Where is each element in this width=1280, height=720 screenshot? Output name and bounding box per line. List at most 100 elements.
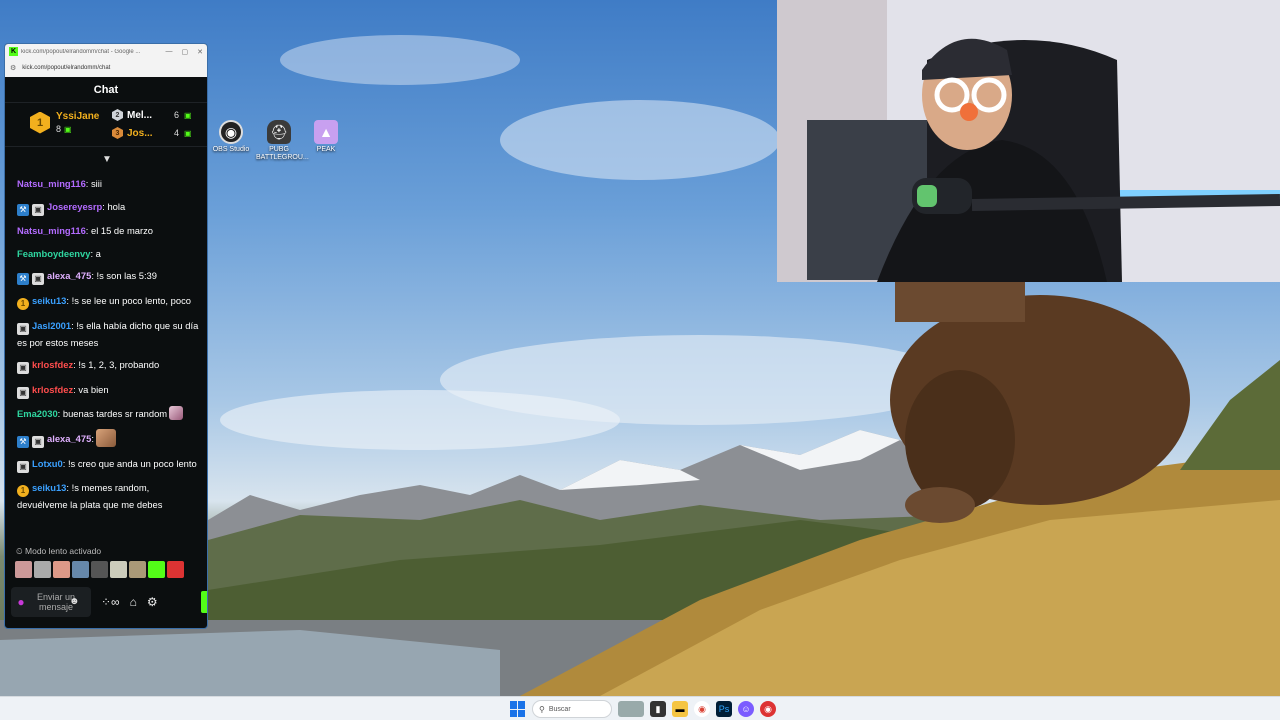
leaderboard-second[interactable]: 2 Mel... 6 ▣: [112, 109, 192, 121]
desktop-icon-obs[interactable]: ◉ OBS Studio: [208, 120, 254, 154]
emote-icon[interactable]: [72, 561, 89, 578]
chat-username[interactable]: alexa_475: [47, 433, 91, 444]
chat-message[interactable]: ⚒ ▣ alexa_475:: [17, 428, 201, 448]
chat-username[interactable]: seiku13: [32, 482, 66, 493]
chat-username[interactable]: Jasl2001: [32, 320, 71, 331]
leaderboard-third-count: 4: [173, 128, 179, 138]
chat-message[interactable]: ▣ Jasl2001: !s ella había dicho que su dí…: [17, 318, 201, 350]
emoji-picker-icon[interactable]: ☻: [69, 596, 80, 607]
site-info-icon[interactable]: ⚙: [10, 64, 16, 72]
chat-message-text: : buenas tardes sr random: [57, 408, 168, 420]
file-explorer-icon[interactable]: ▬: [672, 701, 688, 717]
emote-icon[interactable]: [34, 561, 51, 578]
emote-icon[interactable]: [53, 561, 70, 578]
microphone-icon[interactable]: ●: [16, 595, 26, 609]
verified-badge-icon[interactable]: ▣: [17, 386, 29, 399]
gold-medal-icon: 1: [30, 111, 50, 134]
store-icon[interactable]: ⌂: [130, 595, 137, 609]
leaderboard-first[interactable]: 1 YssiJane 8 ▣: [30, 111, 99, 134]
rewards-icon[interactable]: ⁘∞: [101, 595, 120, 609]
gift-leaderboard[interactable]: 1 YssiJane 8 ▣ 2 Mel... 6 ▣ 3 Jos... 4 ▣: [5, 103, 207, 147]
chat-username[interactable]: Ema2030: [17, 408, 58, 419]
chat-message-text: : !s se lee un poco lento, poco: [66, 294, 191, 306]
chat-message[interactable]: ▣ Lotxu0: !s creo que anda un poco lento: [17, 456, 201, 473]
verified-badge-icon[interactable]: ▣: [17, 362, 29, 375]
send-button[interactable]: [201, 591, 207, 613]
maximize-icon[interactable]: ▢: [182, 48, 189, 56]
photoshop-icon[interactable]: Ps: [716, 701, 732, 717]
windows-start-icon[interactable]: [510, 701, 526, 717]
taskbar-search-input[interactable]: ⚲ Buscar: [532, 700, 612, 718]
verified-badge-icon[interactable]: ▣: [32, 203, 44, 216]
chat-username[interactable]: Natsu_ming116: [17, 178, 86, 189]
chat-message[interactable]: ⚒ ▣ Josereyesrp: hola: [17, 199, 201, 216]
close-icon[interactable]: ✕: [197, 48, 203, 56]
chat-message[interactable]: ▣ krlosfdez: va bien: [17, 382, 201, 399]
chat-username[interactable]: krlosfdez: [32, 359, 73, 370]
chat-message[interactable]: 1 seiku13: !s se lee un poco lento, poco: [17, 293, 201, 310]
gifter-badge-icon[interactable]: 1: [17, 297, 29, 310]
chat-message[interactable]: Natsu_ming116: el 15 de marzo: [17, 223, 201, 238]
chat-message[interactable]: Natsu_ming116: siii: [17, 176, 201, 191]
chat-message-text: : el 15 de marzo: [85, 225, 154, 237]
obs-taskbar-icon[interactable]: ◉: [760, 701, 776, 717]
subscriber-badge-icon[interactable]: ⚒: [17, 273, 29, 286]
chat-username[interactable]: seiku13: [32, 295, 66, 306]
gifter-badge-icon[interactable]: 1: [17, 485, 29, 498]
chat-message-list[interactable]: Natsu_ming116: siii ⚒ ▣ Josereyesrp: hola Na…: [5, 172, 207, 542]
minimize-icon[interactable]: —: [166, 48, 173, 56]
chat-message[interactable]: 1 seiku13: !s memes random, devuélveme la…: [17, 480, 201, 512]
webcam-overlay: [777, 0, 1280, 282]
chrome-icon[interactable]: ◉: [694, 701, 710, 717]
chat-title: Chat: [5, 77, 207, 103]
address-bar[interactable]: kick.com/popout/elrandomm/chat: [22, 65, 110, 71]
desktop-icon-pubg[interactable]: ⛑ PUBG BATTLEGROU...: [256, 120, 309, 162]
emote-icon[interactable]: [129, 561, 146, 578]
chat-message-text: : va bien: [73, 383, 109, 395]
chat-username[interactable]: Lotxu0: [32, 458, 63, 469]
chat-popout-window: K kick.com/popout/elrandomm/chat - Googl…: [4, 43, 208, 629]
chat-message-text: : hola: [102, 200, 126, 212]
leaderboard-second-count: 6: [173, 110, 179, 120]
gift-icon: ▣: [184, 128, 192, 138]
chat-message[interactable]: ▣ krlosfdez: !s 1, 2, 3, probando: [17, 357, 201, 375]
chat-input-bar: ● Enviar un mensaje ☻ ⁘∞ ⌂ ⚙: [11, 586, 207, 618]
emote-icon[interactable]: [15, 561, 32, 578]
chat-username[interactable]: alexa_475: [47, 270, 91, 281]
chat-message-text: : a: [90, 247, 101, 259]
browser-titlebar: K kick.com/popout/elrandomm/chat - Googl…: [5, 44, 207, 77]
browser-window-title: kick.com/popout/elrandomm/chat - Google …: [21, 48, 141, 55]
emote-image: [169, 406, 184, 421]
verified-badge-icon[interactable]: ▣: [32, 435, 44, 448]
subscriber-badge-icon[interactable]: ⚒: [17, 435, 29, 448]
task-view-icon[interactable]: ▮: [650, 701, 666, 717]
verified-badge-icon[interactable]: ▣: [32, 273, 44, 286]
windows-taskbar: ⚲ Buscar ▮ ▬ ◉ Ps ☺ ◉: [0, 696, 1280, 720]
verified-badge-icon[interactable]: ▣: [17, 460, 29, 473]
chat-username[interactable]: Josereyesrp: [47, 201, 102, 212]
chat-message[interactable]: Ema2030: buenas tardes sr random: [17, 406, 201, 421]
slow-mode-label: Modo lento activado: [25, 546, 102, 556]
chat-message-input[interactable]: ● Enviar un mensaje ☻: [11, 587, 91, 617]
subscriber-badge-icon[interactable]: ⚒: [17, 203, 29, 216]
emote-icon[interactable]: [91, 561, 108, 578]
gift-icon: ▣: [64, 125, 72, 134]
peak-icon: ▲: [314, 120, 338, 144]
chat-username[interactable]: Feamboydeenvy: [17, 248, 90, 259]
collapse-leaderboard-icon[interactable]: ▼: [102, 154, 112, 165]
chat-username[interactable]: krlosfdez: [32, 384, 73, 395]
verified-badge-icon[interactable]: ▣: [17, 322, 29, 335]
desktop-icon-peak[interactable]: ▲ PEAK: [303, 120, 349, 154]
leaderboard-first-name: YssiJane: [56, 111, 100, 122]
emote-icon[interactable]: [110, 561, 127, 578]
settings-gear-icon[interactable]: ⚙: [147, 595, 158, 609]
bronze-medal-icon: 3: [112, 127, 123, 139]
chat-username[interactable]: Natsu_ming116: [17, 225, 86, 236]
emote-icon[interactable]: [148, 561, 165, 578]
chat-message[interactable]: ⚒ ▣ alexa_475: !s son las 5:39: [17, 268, 201, 286]
widgets-icon[interactable]: [618, 701, 644, 717]
emote-icon[interactable]: [167, 561, 184, 578]
chat-message[interactable]: Feamboydeenvy: a: [17, 246, 201, 261]
leaderboard-third[interactable]: 3 Jos... 4 ▣: [112, 127, 192, 139]
discord-icon[interactable]: ☺: [738, 701, 754, 717]
